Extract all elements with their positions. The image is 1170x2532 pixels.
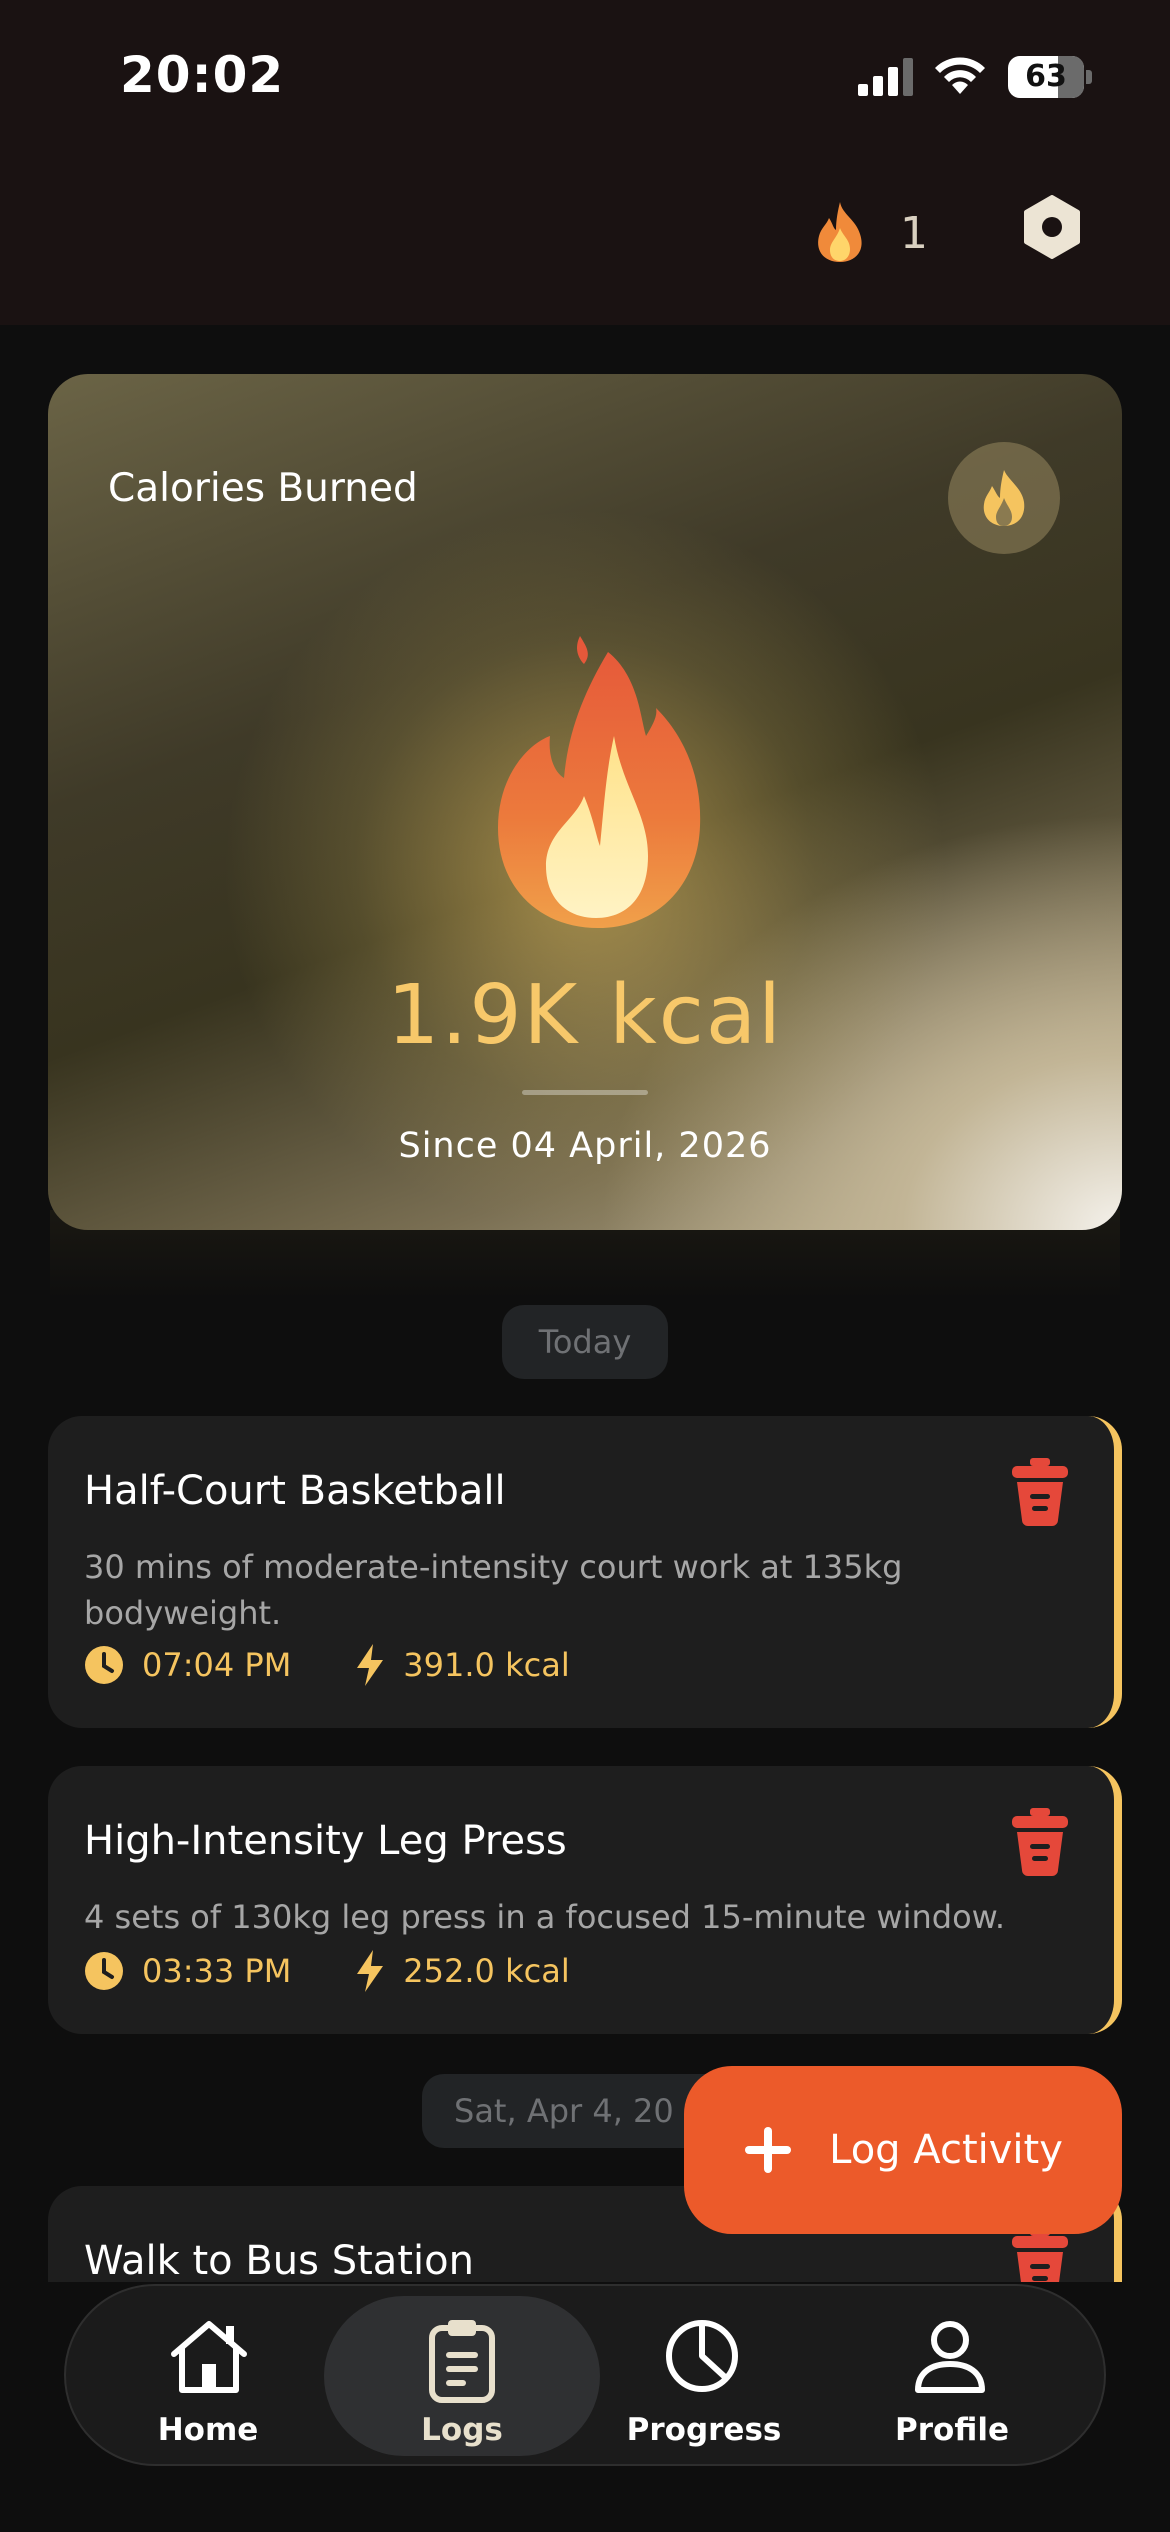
activity-time: 07:04 PM (142, 1646, 292, 1684)
clipboard-icon (429, 2320, 495, 2403)
cellular-signal-icon (858, 58, 913, 96)
calories-amount: 1.9K (387, 968, 580, 1063)
activity-meta: 03:33 PM 252.0 kcal (84, 1950, 570, 1992)
gear-icon[interactable] (1020, 195, 1084, 259)
header-area: 20:02 63 1 (0, 0, 1170, 325)
nav-item-progress[interactable]: Progress (584, 2286, 824, 2468)
nav-label-home: Home (157, 2412, 259, 2448)
activity-meta: 07:04 PM 391.0 kcal (84, 1644, 570, 1686)
wifi-icon (935, 57, 985, 94)
calories-unit: kcal (609, 968, 783, 1063)
activity-title: High-Intensity Leg Press (84, 1818, 567, 1864)
activity-time: 03:33 PM (142, 1952, 292, 1990)
calories-since-date: Since 04 April, 2026 (398, 1126, 772, 1166)
activity-card[interactable]: High-Intensity Leg Press 4 sets of 130kg… (48, 1766, 1122, 2034)
calories-badge (948, 442, 1060, 554)
battery-indicator: 63 (1008, 56, 1092, 98)
activity-card[interactable]: Half-Court Basketball 30 mins of moderat… (48, 1416, 1122, 1728)
lightning-icon (357, 1950, 384, 1992)
log-activity-button[interactable]: Log Activity (684, 2066, 1122, 2234)
pie-chart-icon (666, 2320, 738, 2392)
bottom-navigation: Home Logs Progress Profile (64, 2284, 1106, 2466)
calories-card: Calories Burned 1.9K kcal Since 04 April… (48, 374, 1122, 1230)
nav-item-profile[interactable]: Profile (832, 2286, 1072, 2468)
activity-kcal: 391.0 kcal (403, 1646, 570, 1684)
activity-title: Half-Court Basketball (84, 1468, 506, 1514)
activity-title: Walk to Bus Station (84, 2238, 474, 2284)
calories-value: 1.9K kcal (48, 968, 1122, 1063)
log-activity-label: Log Activity (829, 2127, 1063, 2173)
nav-label-profile: Profile (895, 2412, 1009, 2448)
fire-icon (983, 470, 1025, 526)
calories-divider (522, 1090, 648, 1095)
streak-count: 1 (900, 208, 928, 259)
trash-icon[interactable] (1010, 1458, 1070, 1526)
nav-item-home[interactable]: Home (88, 2286, 328, 2468)
battery-level: 63 (1025, 59, 1067, 94)
home-icon (171, 2321, 247, 2393)
user-icon (915, 2321, 985, 2393)
streak-fire-icon[interactable] (812, 200, 868, 264)
lightning-icon (357, 1644, 384, 1686)
trash-icon[interactable] (1010, 1808, 1070, 1876)
clock-icon (85, 1646, 123, 1684)
activity-description: 4 sets of 130kg leg press in a focused 1… (84, 1898, 1006, 1936)
activity-kcal: 252.0 kcal (403, 1952, 570, 1990)
activity-description: 30 mins of moderate-intensity court work… (84, 1548, 903, 1632)
nav-label-logs: Logs (421, 2412, 503, 2448)
nav-item-logs[interactable]: Logs (324, 2296, 600, 2456)
app-root: 20:02 63 1 Calories Burned 1.9K kcal Sin… (0, 0, 1170, 2532)
calories-card-title: Calories Burned (108, 466, 418, 511)
plus-icon (745, 2127, 792, 2173)
battery-body: 63 (1008, 56, 1084, 98)
clock-icon (85, 1952, 123, 1990)
date-group-today: Today (502, 1305, 668, 1379)
flame-illustration-icon (498, 636, 701, 928)
nav-label-progress: Progress (626, 2412, 782, 2448)
status-time: 20:02 (120, 46, 285, 104)
